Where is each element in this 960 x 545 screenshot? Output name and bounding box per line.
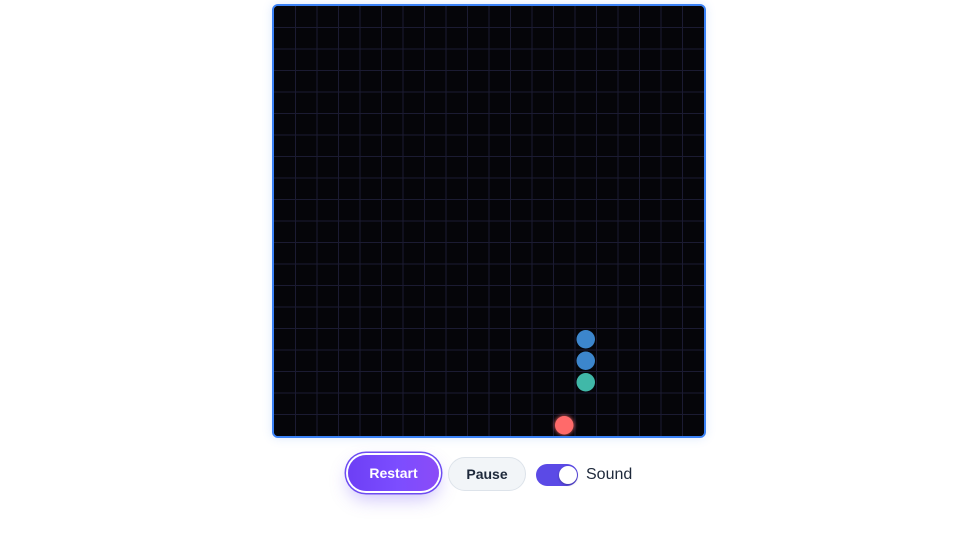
snake-head [576,373,595,392]
pause-button[interactable]: Pause [448,457,526,491]
sound-toggle-track[interactable] [536,464,578,486]
sound-toggle-knob [559,466,577,484]
board-canvas [274,6,704,436]
game-stage: Restart Pause Sound [0,0,960,545]
controls-bar: Restart Pause Sound [0,452,960,496]
snake-segment [576,351,595,370]
sound-label: Sound [586,466,633,483]
food-apple [555,416,574,435]
snake-segment [576,330,595,349]
game-board[interactable] [272,4,706,438]
restart-button[interactable]: Restart [348,455,439,491]
sound-toggle[interactable]: Sound [536,463,632,487]
